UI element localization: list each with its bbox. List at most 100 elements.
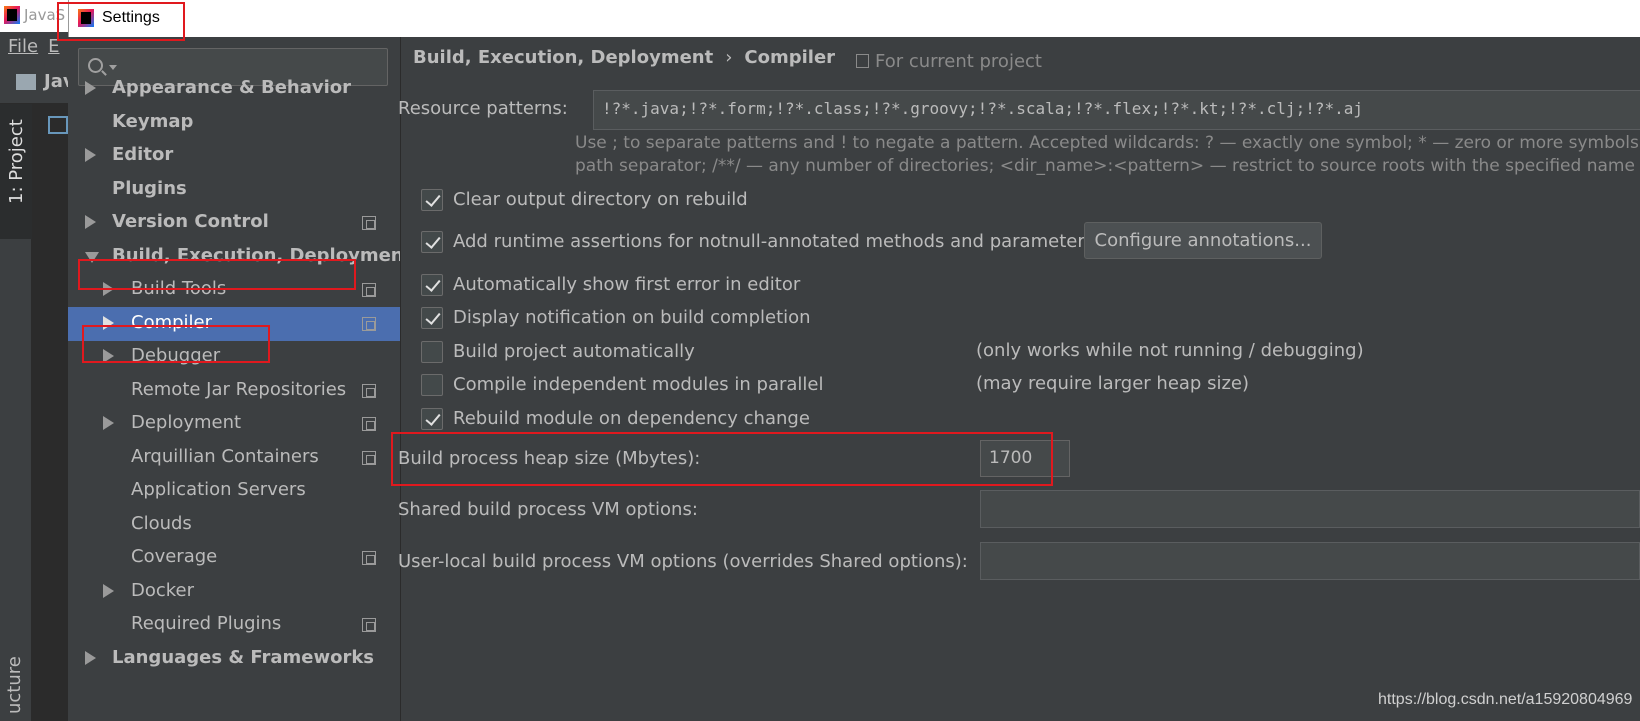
tree-item-label: Clouds <box>131 512 192 534</box>
resource-patterns-hint-1: Use ; to separate patterns and ! to nega… <box>575 133 1640 153</box>
heap-size-label: Build process heap size (Mbytes): <box>398 448 701 469</box>
intellij-logo-icon <box>78 9 94 27</box>
tree-item-languages-frameworks[interactable]: Languages & Frameworks <box>68 642 400 676</box>
option-label[interactable]: Add runtime assertions for notnull-annot… <box>453 231 1094 252</box>
tree-item-required-plugins[interactable]: Required Plugins <box>68 608 400 642</box>
resource-patterns-label: Resource patterns: <box>398 98 568 119</box>
compiler-settings-panel: Build, Execution, Deployment › Compiler Fo… <box>398 37 1640 721</box>
ide-menu-bar: File E <box>0 32 68 62</box>
project-level-icon <box>362 417 376 431</box>
tree-item-label: Application Servers <box>131 479 306 500</box>
tree-item-deployment[interactable]: Deployment <box>68 407 400 441</box>
scope-label: For current project <box>856 51 1042 72</box>
expand-right-icon[interactable] <box>103 315 114 330</box>
project-level-icon <box>362 551 376 565</box>
tree-item-label: Docker <box>131 579 195 601</box>
editor-tab-icon <box>48 116 68 134</box>
tree-item-version-control[interactable]: Version Control <box>68 206 400 240</box>
option-note: (may require larger heap size) <box>976 373 1249 394</box>
breadcrumb: Build, Execution, Deployment › Compiler <box>413 47 835 68</box>
tree-item-compiler[interactable]: Compiler <box>68 306 400 341</box>
project-level-icon <box>362 283 376 297</box>
option-note: (only works while not running / debuggin… <box>976 340 1364 361</box>
checkbox[interactable] <box>421 341 443 363</box>
tree-item-label: Deployment <box>131 412 242 433</box>
resource-patterns-hint-2: path separator; /**/ — any number of dir… <box>575 156 1635 176</box>
tree-item-keymap[interactable]: Keymap <box>68 106 400 140</box>
scope-text: For current project <box>875 51 1042 72</box>
option-label[interactable]: Compile independent modules in parallel <box>453 374 824 395</box>
tree-item-remote-jar-repositories[interactable]: Remote Jar Repositories <box>68 374 400 408</box>
tree-item-label: Build Tools <box>131 278 227 299</box>
heap-size-input[interactable]: 1700 <box>980 440 1070 477</box>
expand-right-icon[interactable] <box>85 215 96 229</box>
structure-tool-tab[interactable]: ucture <box>4 656 25 714</box>
expand-right-icon[interactable] <box>103 583 114 598</box>
tree-item-label: Required Plugins <box>131 613 282 634</box>
breadcrumb-current: Compiler <box>744 47 836 68</box>
tree-item-arquillian-containers[interactable]: Arquillian Containers <box>68 441 400 475</box>
settings-title-bar: Settings <box>68 0 1640 37</box>
checkbox[interactable] <box>421 307 443 329</box>
watermark: https://blog.csdn.net/a15920804969 <box>1378 691 1633 708</box>
tree-item-debugger[interactable]: Debugger <box>68 340 400 374</box>
tree-item-label: Editor <box>112 144 174 165</box>
expand-right-icon[interactable] <box>85 81 96 95</box>
expand-right-icon[interactable] <box>85 650 96 665</box>
option-label[interactable]: Rebuild module on dependency change <box>453 408 810 429</box>
breadcrumb-parent[interactable]: Build, Execution, Deployment <box>413 47 713 68</box>
resource-patterns-field[interactable]: !?*.java;!?*.form;!?*.class;!?*.groovy;!… <box>593 90 1640 130</box>
project-level-icon <box>362 316 376 331</box>
tree-item-label: Remote Jar Repositories <box>131 378 347 400</box>
shared-vm-options-input[interactable] <box>980 490 1640 528</box>
checkbox[interactable] <box>421 189 443 211</box>
option-label[interactable]: Build project automatically <box>453 341 695 362</box>
expand-right-icon[interactable] <box>85 148 96 162</box>
tree-item-docker[interactable]: Docker <box>68 575 400 609</box>
project-level-icon <box>362 216 376 230</box>
project-level-icon <box>362 618 376 632</box>
checkbox[interactable] <box>421 374 443 396</box>
breadcrumb-separator-icon: › <box>725 47 733 68</box>
user-vm-options-input[interactable] <box>980 542 1640 580</box>
project-level-icon <box>362 383 376 398</box>
ide-toolbar: Jav <box>0 62 75 104</box>
option-label[interactable]: Automatically show first error in editor <box>453 274 800 295</box>
tree-item-clouds[interactable]: Clouds <box>68 508 400 542</box>
checkbox[interactable] <box>421 231 443 253</box>
tree-item-build-tools[interactable]: Build Tools <box>68 273 400 307</box>
tree-item-label: Appearance & Behavior <box>112 77 352 98</box>
option-label[interactable]: Clear output directory on rebuild <box>453 189 748 210</box>
settings-sidebar: Appearance & Behavior Keymap Editor Plugins… <box>68 37 401 721</box>
project-scope-icon <box>856 54 869 68</box>
expand-right-icon[interactable] <box>103 416 114 430</box>
tree-item-label: Plugins <box>112 177 187 199</box>
expand-right-icon[interactable] <box>103 282 114 296</box>
menu-file[interactable]: File <box>8 36 38 57</box>
search-options-icon[interactable] <box>109 65 117 70</box>
tree-item-label: Arquillian Containers <box>131 445 319 467</box>
user-vm-options-label: User-local build process VM options (ove… <box>398 551 968 572</box>
tree-item-coverage[interactable]: Coverage <box>68 541 400 575</box>
configure-annotations-button[interactable]: Configure annotations... <box>1084 222 1322 259</box>
tree-item-appearance-behavior[interactable]: Appearance & Behavior <box>68 72 400 106</box>
expand-right-icon[interactable] <box>103 349 114 363</box>
tree-item-editor[interactable]: Editor <box>68 139 400 173</box>
project-tool-tab[interactable]: 1: Project <box>0 104 32 239</box>
expand-down-icon[interactable] <box>85 251 99 263</box>
settings-title: Settings <box>102 9 160 26</box>
tree-item-label: Languages & Frameworks <box>112 646 375 668</box>
folder-icon <box>16 74 36 90</box>
project-tab-label: 1: Project <box>6 119 27 204</box>
tree-item-plugins[interactable]: Plugins <box>68 173 400 207</box>
shared-vm-options-label: Shared build process VM options: <box>398 499 698 520</box>
tree-item-build-execution-deployment[interactable]: Build, Execution, Deployment <box>68 240 400 274</box>
intellij-logo-icon <box>4 6 20 24</box>
option-label[interactable]: Display notification on build completion <box>453 307 811 328</box>
menu-edit[interactable]: E <box>48 36 59 57</box>
tool-window-strip: 1: Project ucture <box>0 104 32 721</box>
tree-item-application-servers[interactable]: Application Servers <box>68 474 400 508</box>
checkbox[interactable] <box>421 274 443 296</box>
tree-item-label: Version Control <box>112 211 269 232</box>
checkbox[interactable] <box>421 408 443 430</box>
